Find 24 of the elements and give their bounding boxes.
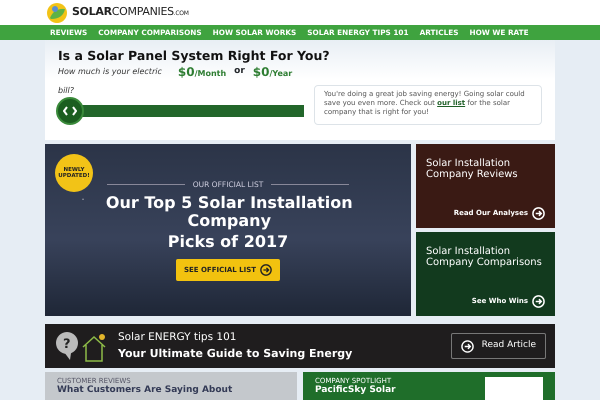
hero-title: Our Top 5 Solar Installation Company [104,194,354,230]
question-text: How much is your electric [58,66,162,78]
arrow-circle-icon [460,340,474,352]
tips-eyebrow: Solar ENERGY tips 101 [118,330,238,345]
calculator-title: Is a Solar Panel System Right For You? [58,48,331,63]
panel-title: What Customers Are Saying About [57,385,232,396]
logo-placeholder [485,377,543,400]
arrow-circle-icon [532,207,545,220]
or-text: or [234,65,245,78]
arrow-circle-icon [260,264,272,276]
yearly-amount: $0/Year [252,64,292,81]
tile-title: Solar Installation Company Comparisons [426,246,543,268]
logo-icon[interactable] [46,2,68,24]
tile-title: Solar Installation Company Reviews [426,158,519,180]
slider-thumb[interactable] [56,97,84,125]
tips-title: Your Ultimate Guide to Saving Energy [118,346,354,362]
arrows-icon [63,106,77,116]
panel-title: PacificSky Solar [315,385,396,396]
question-text: bill? [58,85,75,97]
dot-mark: · [82,194,84,206]
monthly-amount: $0/Month [178,64,226,81]
hero-title: Picks of 2017 [166,233,290,252]
read-article-button[interactable]: Read Article [450,333,546,359]
arrow-circle-icon [532,295,545,308]
